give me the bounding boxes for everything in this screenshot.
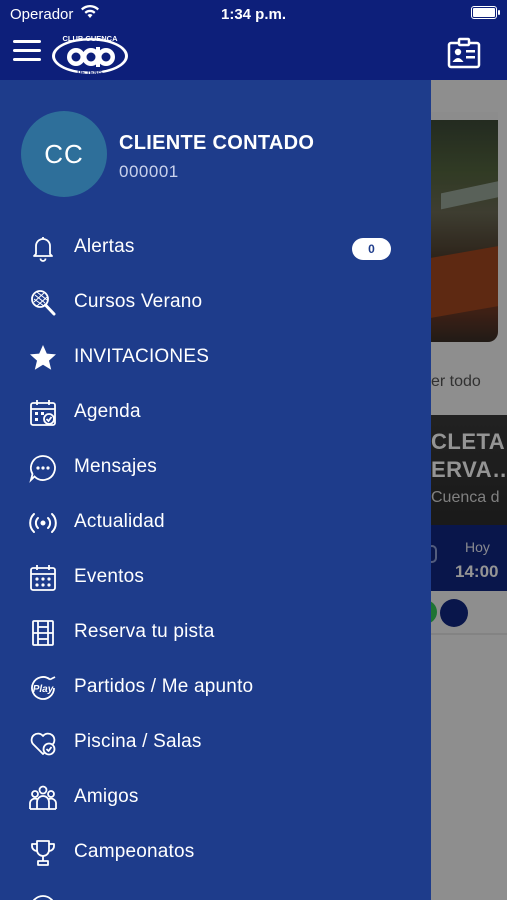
menu-item-reserva-pista[interactable]: Reserva tu pista <box>0 605 431 660</box>
battery-icon <box>471 6 500 19</box>
logo-text-top: CLUB CUENCA <box>63 34 119 43</box>
menu-item-label: Eventos <box>74 566 145 587</box>
clock: 1:34 p.m. <box>220 6 287 23</box>
menu-item-invitaciones[interactable]: INVITACIONES <box>0 330 431 385</box>
chat-bubble-icon <box>29 455 56 483</box>
heart-check-icon <box>30 732 56 756</box>
star-icon <box>30 345 56 370</box>
menu-item-mensajes[interactable]: Mensajes <box>0 440 431 495</box>
drawer-menu: Alertas 0 Cursos Verano INVITACIONES Age… <box>0 220 431 900</box>
menu-item-alertas[interactable]: Alertas 0 <box>0 220 431 275</box>
bell-icon <box>33 237 53 262</box>
menu-item-eventos[interactable]: Eventos <box>0 550 431 605</box>
user-avatar[interactable]: CC <box>21 111 107 197</box>
menu-item-label: Piscina / Salas <box>74 731 202 752</box>
court-icon <box>32 620 54 646</box>
calendar-check-icon <box>30 400 56 426</box>
status-bar: Operador 1:34 p.m. <box>0 0 507 28</box>
menu-item-label: Cursos Verano <box>74 291 203 312</box>
menu-item-label: Amigos <box>74 786 139 807</box>
menu-item-label: Alertas <box>74 236 135 257</box>
logo-text-bottom: DE TENIS <box>77 70 103 76</box>
menu-item-campeonatos[interactable]: Campeonatos <box>0 825 431 880</box>
menu-item-label: Reserva tu pista <box>74 621 215 642</box>
broadcast-icon <box>29 513 57 533</box>
drawer-scrim[interactable] <box>431 80 507 900</box>
user-id: 000001 <box>119 162 179 181</box>
menu-item-partial[interactable] <box>0 880 431 900</box>
menu-item-agenda[interactable]: Agenda <box>0 385 431 440</box>
play-icon: Play <box>31 676 56 700</box>
menu-item-label: Agenda <box>74 401 141 422</box>
menu-item-label: Mensajes <box>74 456 157 477</box>
app-header: CLUB CUENCA DE TENIS <box>0 28 507 80</box>
menu-item-partidos[interactable]: Play Partidos / Me apunto <box>0 660 431 715</box>
tennis-racket-icon <box>31 290 56 316</box>
svg-text:Play: Play <box>33 684 54 695</box>
calendar-grid-icon <box>30 565 56 591</box>
menu-item-label: Campeonatos <box>74 841 195 862</box>
menu-item-piscina-salas[interactable]: Piscina / Salas <box>0 715 431 770</box>
user-name: CLIENTE CONTADO <box>119 132 315 154</box>
menu-toggle-button[interactable] <box>13 40 41 62</box>
alerts-count-badge: 0 <box>352 238 391 260</box>
club-logo: CLUB CUENCA DE TENIS <box>52 34 128 76</box>
navigation-drawer: CC CLIENTE CONTADO 000001 Alertas 0 Curs… <box>0 80 431 900</box>
trophy-icon <box>31 840 55 866</box>
group-icon <box>29 785 57 810</box>
menu-item-label: Actualidad <box>74 511 165 532</box>
menu-item-label: Partidos / Me apunto <box>74 676 254 697</box>
menu-item-actualidad[interactable]: Actualidad <box>0 495 431 550</box>
menu-item-cursos-verano[interactable]: Cursos Verano <box>0 275 431 330</box>
membership-card-icon[interactable] <box>447 37 481 69</box>
menu-item-label: INVITACIONES <box>74 346 210 367</box>
info-icon <box>32 895 54 900</box>
menu-item-amigos[interactable]: Amigos <box>0 770 431 825</box>
